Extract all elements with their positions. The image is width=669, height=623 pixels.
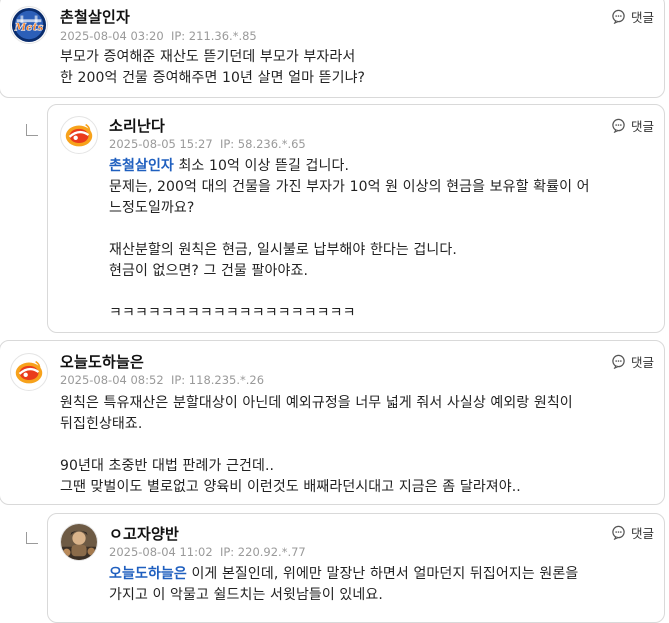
reply-comment-card: 소리난다 2025-08-05 15:27 IP: 58.236.*.65 댓글… — [47, 104, 665, 333]
comment-line: 촌철살인자 최소 10억 이상 뜯길 겁니다. — [109, 156, 590, 177]
comment-card: 오늘도하늘은 2025-08-04 08:52 IP: 118.235.*.26… — [0, 340, 665, 505]
reply-label: 댓글 — [631, 526, 655, 541]
comment-meta: 2025-08-04 11:02 IP: 220.92.*.77 — [109, 545, 306, 559]
comment-author[interactable]: 촌철살인자 — [60, 6, 130, 27]
comment-line: 오늘도하늘은 이게 본질인데, 위에만 말장난 하면서 얼마던지 뒤집어지는 원… — [109, 564, 578, 585]
comment-ip: IP: 220.92.*.77 — [219, 545, 306, 559]
comment-author[interactable]: ㅇ고자양반 — [109, 523, 179, 544]
comment-line: 그땐 맞벌이도 별로없고 양육비 이런것도 배째라던시대고 지금은 좀 달라져야… — [60, 479, 521, 495]
reply-indicator-icon — [26, 532, 38, 544]
reply-button[interactable]: 댓글 — [611, 7, 654, 26]
mention-link[interactable]: 촌철살인자 — [109, 158, 174, 174]
reply-button[interactable]: 댓글 — [611, 523, 654, 542]
speech-bubble-icon — [612, 9, 625, 24]
comment-line: 90년대 초중반 대법 판례가 근건데.. — [60, 458, 275, 474]
comment-line: 한 200억 건물 증여해주면 10년 살면 얼마 뜯기냐? — [60, 70, 366, 86]
comment-date: 2025-08-04 03:20 — [60, 29, 164, 43]
mets-logo-icon[interactable]: Mets — [10, 6, 48, 44]
comment-date: 2025-08-05 15:27 — [109, 137, 213, 151]
comment-line: 현금이 없으면? 그 건물 팔아야죠. — [109, 263, 309, 279]
comment-body: 촌철살인자 최소 10억 이상 뜯길 겁니다. 문제는, 200억 대의 건물을… — [109, 156, 590, 324]
reply-label: 댓글 — [631, 355, 655, 370]
comment-meta: 2025-08-04 08:52 IP: 118.235.*.26 — [60, 373, 264, 387]
comment-ip: IP: 58.236.*.65 — [219, 137, 306, 151]
comment-line: 가지고 이 악물고 쉴드치는 서윗남들이 있네요. — [109, 587, 383, 603]
reply-button[interactable]: 댓글 — [611, 116, 654, 135]
comment-line — [109, 282, 590, 303]
comment-line: 재산분할의 원칙은 현금, 일시불로 납부해야 한다는 겁니다. — [109, 242, 457, 258]
comment-line: 문제는, 200억 대의 건물을 가진 부자가 10억 원 이상의 현금을 보유… — [109, 179, 590, 195]
comment-line — [109, 219, 590, 240]
reply-button[interactable]: 댓글 — [611, 352, 654, 371]
reply-comment-card: ㅇ고자양반 2025-08-04 11:02 IP: 220.92.*.77 댓… — [47, 513, 665, 623]
speech-bubble-icon — [612, 525, 625, 540]
comment-ip: IP: 118.235.*.26 — [170, 373, 265, 387]
comment-body: 부모가 증여해준 재산도 뜯기던데 부모가 부자라서 한 200억 건물 증여해… — [60, 47, 365, 89]
comment-line: ㅋㅋㅋㅋㅋㅋㅋㅋㅋㅋㅋㅋㅋㅋㅋㅋㅋㅋㅋ — [109, 305, 356, 321]
orange-swirl-logo-icon[interactable] — [10, 353, 48, 391]
comment-author[interactable]: 소리난다 — [109, 115, 165, 136]
comment-line: 뒤집힌상태죠. — [60, 416, 143, 432]
reply-indicator-icon — [26, 124, 38, 136]
comment-meta: 2025-08-05 15:27 IP: 58.236.*.65 — [109, 137, 306, 151]
comment-meta: 2025-08-04 03:20 IP: 211.36.*.85 — [60, 29, 257, 43]
mention-link[interactable]: 오늘도하늘은 — [109, 566, 187, 582]
comment-card: Mets 촌철살인자 2025-08-04 03:20 IP: 211.36.*… — [0, 0, 665, 98]
comment-line: 느정도일까요? — [109, 200, 195, 216]
comment-body: 오늘도하늘은 이게 본질인데, 위에만 말장난 하면서 얼마던지 뒤집어지는 원… — [109, 564, 578, 606]
reply-label: 댓글 — [631, 119, 655, 134]
orange-swirl-logo-icon[interactable] — [60, 116, 98, 154]
comment-line: 부모가 증여해준 재산도 뜯기던데 부모가 부자라서 — [60, 49, 356, 65]
comment-text: 최소 10억 이상 뜯길 겁니다. — [173, 158, 350, 174]
comment-line: 원칙은 특유재산은 분할대상이 아닌데 예외규정을 너무 넓게 줘서 사실상 예… — [60, 395, 573, 411]
comment-text: 이게 본질인데, 위에만 말장난 하면서 얼마던지 뒤집어지는 원론을 — [186, 566, 579, 582]
comment-date: 2025-08-04 08:52 — [60, 373, 164, 387]
speech-bubble-icon — [612, 354, 625, 369]
comment-ip: IP: 211.36.*.85 — [170, 29, 257, 43]
comment-body: 원칙은 특유재산은 분할대상이 아닌데 예외규정을 너무 넓게 줘서 사실상 예… — [60, 393, 573, 498]
photo-avatar-icon[interactable] — [60, 523, 98, 561]
svg-text:Mets: Mets — [14, 22, 44, 34]
reply-label: 댓글 — [631, 10, 655, 25]
speech-bubble-icon — [612, 118, 625, 133]
comment-author[interactable]: 오늘도하늘은 — [60, 351, 144, 372]
comment-date: 2025-08-04 11:02 — [109, 545, 213, 559]
comment-line — [60, 435, 573, 456]
